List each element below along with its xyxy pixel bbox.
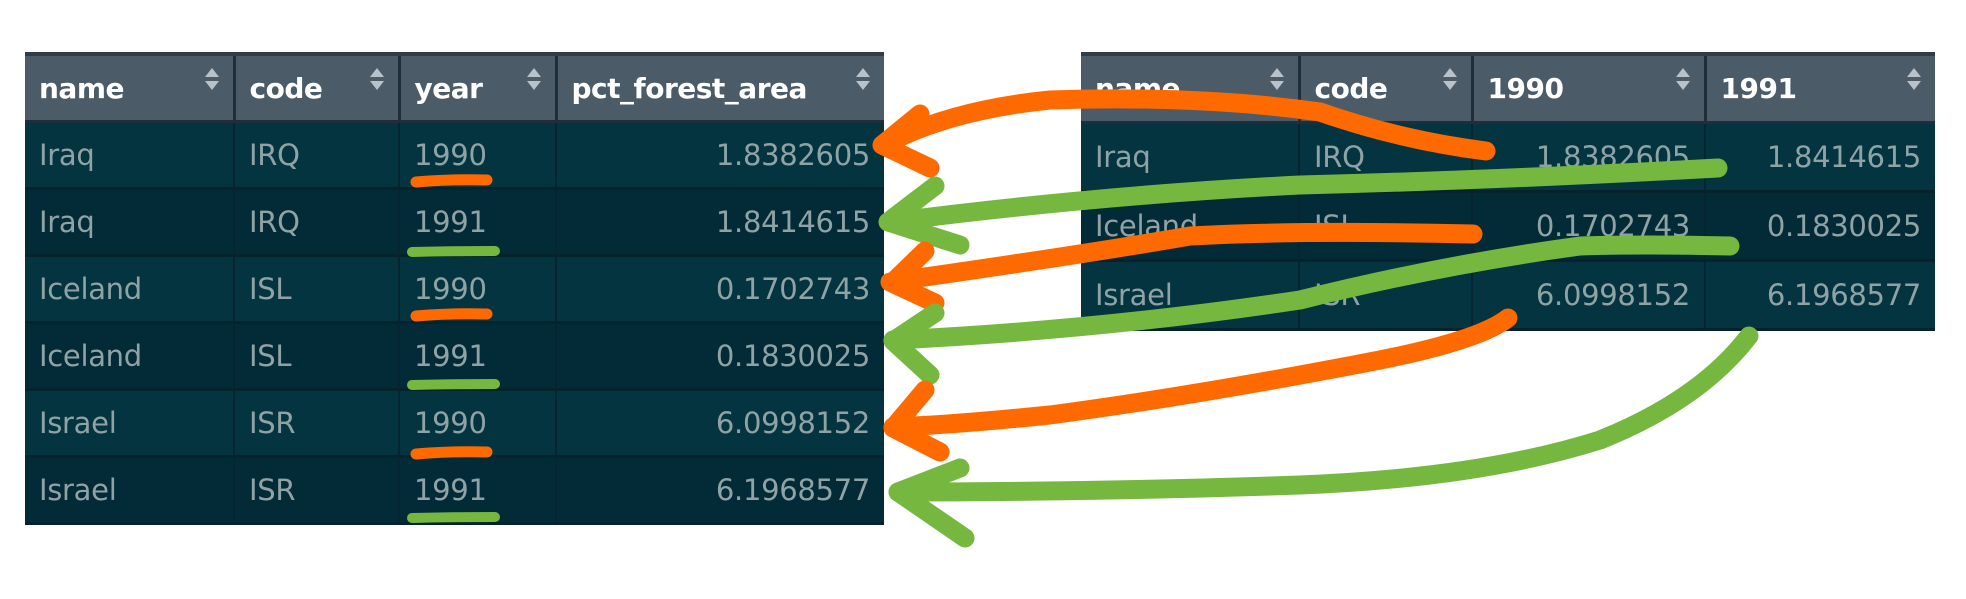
long-format-table: name code year pct_forest_area Iraq IRQ … bbox=[25, 52, 884, 525]
cell-year: 1991 bbox=[399, 322, 557, 391]
sort-updown-icon[interactable] bbox=[856, 68, 870, 94]
column-header-label: code bbox=[1314, 72, 1388, 105]
arrow-shaft bbox=[888, 326, 1759, 502]
sort-updown-icon[interactable] bbox=[1675, 68, 1690, 94]
cell-pct-forest-area: 1.8414615 bbox=[556, 188, 884, 257]
cell-code: IRQ bbox=[234, 121, 400, 190]
column-header-label: code bbox=[249, 71, 323, 105]
cell-1991: 1.8414615 bbox=[1705, 122, 1935, 193]
arrow-israel-1991 bbox=[888, 326, 1759, 548]
column-header-pct-forest-area[interactable]: pct_forest_area bbox=[556, 54, 884, 123]
cell-pct-forest-area: 0.1702743 bbox=[556, 255, 884, 324]
cell-1991: 0.1830025 bbox=[1705, 191, 1935, 262]
cell-year: 1991 bbox=[399, 456, 557, 525]
cell-name: Iraq bbox=[25, 188, 235, 257]
table-row: Israel ISR 1990 6.0998152 bbox=[25, 389, 884, 458]
header-row: name code 1990 1991 bbox=[1081, 54, 1935, 124]
column-header-code[interactable]: code bbox=[234, 54, 401, 123]
cell-year: 1990 bbox=[399, 121, 557, 190]
cell-name: Iceland bbox=[25, 322, 235, 391]
arrow-shaft bbox=[883, 308, 1518, 437]
table-row: Israel ISR 6.0998152 6.1968577 bbox=[1081, 260, 1935, 331]
table-row: Iceland ISL 1990 0.1702743 bbox=[25, 255, 884, 324]
column-header-label: pct_forest_area bbox=[571, 71, 808, 105]
cell-pct-forest-area: 1.8382605 bbox=[556, 121, 884, 190]
cell-code: ISR bbox=[1299, 260, 1473, 331]
cell-code: ISL bbox=[234, 255, 400, 324]
column-header-label: year bbox=[414, 71, 483, 105]
column-header-name[interactable]: name bbox=[25, 54, 236, 123]
column-header-label: 1991 bbox=[1720, 72, 1797, 105]
cell-1991: 6.1968577 bbox=[1705, 260, 1935, 331]
table-row: Iraq IRQ 1991 1.8414615 bbox=[25, 188, 884, 257]
column-header-name[interactable]: name bbox=[1081, 54, 1301, 124]
column-header-label: name bbox=[39, 71, 125, 105]
header-row: name code year pct_forest_area bbox=[25, 54, 884, 123]
cell-1990: 6.0998152 bbox=[1472, 260, 1706, 331]
arrow-head-icon bbox=[878, 176, 970, 255]
cell-name: Iceland bbox=[25, 255, 235, 324]
sort-updown-icon[interactable] bbox=[1269, 68, 1284, 94]
cell-1990: 1.8382605 bbox=[1472, 122, 1706, 193]
column-header-label: 1990 bbox=[1487, 72, 1564, 105]
arrow-head-icon bbox=[882, 241, 945, 313]
column-header-code[interactable]: code bbox=[1299, 54, 1474, 124]
cell-code: ISR bbox=[234, 456, 400, 525]
cell-code: IRQ bbox=[1299, 122, 1473, 193]
sort-updown-icon[interactable] bbox=[526, 68, 541, 94]
cell-name: Israel bbox=[25, 389, 235, 458]
cell-pct-forest-area: 0.1830025 bbox=[556, 322, 884, 391]
column-header-label: name bbox=[1095, 72, 1181, 105]
table-row: Iraq IRQ 1990 1.8382605 bbox=[25, 121, 884, 190]
table-row: Iraq IRQ 1.8382605 1.8414615 bbox=[1081, 122, 1935, 193]
cell-name: Iceland bbox=[1081, 191, 1300, 262]
cell-code: ISR bbox=[234, 389, 400, 458]
sort-updown-icon[interactable] bbox=[1907, 68, 1921, 94]
column-header-year[interactable]: year bbox=[399, 54, 558, 123]
arrow-head-icon bbox=[883, 380, 950, 462]
table-row: Iceland ISL 1991 0.1830025 bbox=[25, 322, 884, 391]
table-row: Iceland ISL 0.1702743 0.1830025 bbox=[1081, 191, 1935, 262]
arrow-israel-1990 bbox=[883, 308, 1518, 462]
cell-name: Iraq bbox=[1081, 122, 1300, 193]
cell-code: IRQ bbox=[234, 188, 400, 257]
sort-updown-icon[interactable] bbox=[369, 68, 384, 94]
cell-code: ISL bbox=[1299, 191, 1473, 262]
cell-name: Israel bbox=[25, 456, 235, 525]
cell-year: 1990 bbox=[399, 389, 557, 458]
sort-updown-icon[interactable] bbox=[204, 68, 219, 94]
cell-code: ISL bbox=[234, 322, 400, 391]
cell-year: 1990 bbox=[399, 255, 557, 324]
column-header-1990[interactable]: 1990 bbox=[1472, 54, 1707, 124]
cell-year: 1991 bbox=[399, 188, 557, 257]
cell-name: Iraq bbox=[25, 121, 235, 190]
column-header-1991[interactable]: 1991 bbox=[1705, 54, 1935, 124]
cell-pct-forest-area: 6.1968577 bbox=[556, 456, 884, 525]
cell-name: Israel bbox=[1081, 260, 1300, 331]
wide-format-table: name code 1990 1991 Iraq IRQ 1.8382605 1… bbox=[1081, 52, 1935, 331]
arrow-head-icon bbox=[888, 458, 975, 548]
sort-updown-icon[interactable] bbox=[1442, 68, 1457, 94]
arrow-head-icon bbox=[872, 104, 940, 178]
cell-1990: 0.1702743 bbox=[1472, 191, 1706, 262]
cell-pct-forest-area: 6.0998152 bbox=[556, 389, 884, 458]
arrow-head-icon bbox=[883, 303, 945, 385]
table-row: Israel ISR 1991 6.1968577 bbox=[25, 456, 884, 525]
